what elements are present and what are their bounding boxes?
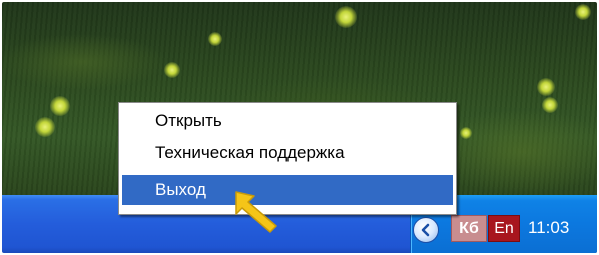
- wallpaper-firefly: [50, 96, 70, 116]
- menu-item-label: Выход: [155, 180, 206, 199]
- chevron-left-icon: [421, 223, 430, 237]
- keyboard-layout-label: Кб: [459, 219, 479, 237]
- wallpaper-firefly: [542, 97, 558, 113]
- wallpaper-firefly: [460, 127, 472, 139]
- language-indicator[interactable]: En: [488, 215, 520, 242]
- clock-time: 11:03: [528, 218, 570, 237]
- keyboard-layout-indicator[interactable]: Кб: [451, 215, 487, 242]
- menu-item-open[interactable]: Открыть: [122, 106, 453, 136]
- wallpaper-firefly: [537, 78, 555, 96]
- wallpaper-firefly: [35, 117, 55, 137]
- tray-clock[interactable]: 11:03: [528, 216, 592, 240]
- yellow-arrow-pointer-icon: [235, 191, 277, 233]
- menu-item-exit[interactable]: Выход: [122, 175, 453, 205]
- menu-item-label: Техническая поддержка: [155, 143, 345, 162]
- wallpaper-firefly: [164, 62, 180, 78]
- tray-context-menu: Открыть Техническая поддержка Выход: [118, 102, 457, 215]
- language-label: En: [494, 219, 514, 237]
- menu-item-technical-support[interactable]: Техническая поддержка: [122, 138, 453, 168]
- screen: Кб En 11:03 Открыть Техническая поддержк…: [2, 2, 597, 253]
- wallpaper-firefly: [208, 32, 222, 46]
- wallpaper-firefly: [335, 6, 357, 28]
- wallpaper-firefly: [575, 4, 591, 20]
- menu-item-label: Открыть: [155, 111, 222, 130]
- show-hidden-icons-button[interactable]: [413, 217, 439, 243]
